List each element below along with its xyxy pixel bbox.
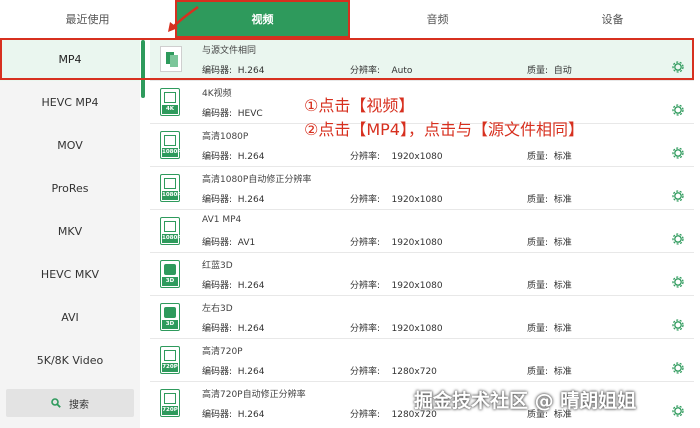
preset-name: 红蓝3D	[202, 261, 233, 271]
resolution-info: 分辨率: 1920x1080	[350, 238, 443, 248]
sidebar-item-avi[interactable]: AVI	[0, 296, 140, 339]
video-preset-icon	[160, 46, 182, 72]
search-label: 搜索	[69, 399, 89, 411]
encoder-info: 编码器: H.264	[202, 152, 265, 162]
quality-info: 质量: 自动	[527, 66, 572, 76]
gear-icon[interactable]	[672, 104, 684, 116]
preset-name: 高清720P	[202, 347, 243, 357]
preset-row[interactable]: 1080P 高清1080P自动修正分辨率 编码器: H.264 分辨率: 192…	[150, 167, 694, 210]
annotation-step-2: ②点击【MP4】，点击与【源文件相同】	[304, 120, 584, 139]
search-icon	[51, 398, 61, 408]
video-preset-icon: 1080P	[160, 174, 181, 202]
sidebar-item-hevc-mp4[interactable]: HEVC MP4	[0, 81, 140, 124]
format-tabs: 最近使用 视频 音频 设备	[0, 0, 700, 38]
video-preset-icon: 720P	[160, 389, 180, 417]
gear-icon[interactable]	[672, 233, 684, 245]
resolution-info: 分辨率: 1280x720	[350, 367, 437, 377]
gear-icon[interactable]	[672, 190, 684, 202]
tab-recent[interactable]: 最近使用	[0, 0, 175, 38]
arrow-icon	[168, 5, 199, 32]
preset-row[interactable]: 720P 高清720P 编码器: H.264 分辨率: 1280x720 质量:…	[150, 339, 694, 382]
sidebar-item-hevc-mkv[interactable]: HEVC MKV	[0, 253, 140, 296]
video-preset-icon: 1080P	[160, 217, 181, 245]
annotation-step-1: ①点击【视频】	[304, 96, 415, 115]
watermark: 掘金技术社区 @ 晴朗姐姐	[414, 390, 637, 412]
encoder-info: 编码器: H.264	[202, 367, 265, 377]
sidebar-item-5k-8k-video[interactable]: 5K/8K Video	[0, 339, 140, 382]
sidebar-item-prores[interactable]: ProRes	[0, 167, 140, 210]
resolution-info: 分辨率: 1920x1080	[350, 152, 443, 162]
encoder-info: 编码器: H.264	[202, 195, 265, 205]
encoder-info: 编码器: H.264	[202, 410, 265, 420]
video-preset-icon: 1080P	[160, 131, 181, 159]
quality-info: 质量: 标准	[527, 195, 572, 205]
resolution-info: 分辨率: 1920x1080	[350, 281, 443, 291]
preset-row[interactable]: 3D 左右3D 编码器: H.264 分辨率: 1920x1080 质量: 标准	[150, 296, 694, 339]
format-sidebar: MP4 HEVC MP4 MOV ProRes MKV HEVC MKV AVI…	[0, 38, 140, 428]
resolution-info: 分辨率: 1920x1080	[350, 324, 443, 334]
preset-row[interactable]: 3D 红蓝3D 编码器: H.264 分辨率: 1920x1080 质量: 标准	[150, 253, 694, 296]
preset-row[interactable]: 1080P AV1 MP4 编码器: AV1 分辨率: 1920x1080 质量…	[150, 210, 694, 253]
search-button[interactable]: 搜索	[6, 389, 134, 417]
video-preset-icon: 3D	[160, 303, 180, 331]
video-preset-icon: 720P	[160, 346, 180, 374]
resolution-info: 分辨率: Auto	[350, 66, 413, 76]
gear-icon[interactable]	[672, 276, 684, 288]
video-preset-icon: 3D	[160, 260, 180, 288]
gear-icon[interactable]	[672, 405, 684, 417]
quality-info: 质量: 标准	[527, 152, 572, 162]
preset-list: 与源文件相同 编码器: H.264 分辨率: Auto 质量: 自动 4K 4K…	[150, 38, 694, 428]
encoder-info: 编码器: H.264	[202, 281, 265, 291]
preset-name: 高清1080P	[202, 132, 249, 142]
quality-info: 质量: 标准	[527, 367, 572, 377]
quality-info: 质量: 标准	[527, 281, 572, 291]
sidebar-scrollbar[interactable]	[141, 40, 145, 98]
gear-icon[interactable]	[672, 362, 684, 374]
sidebar-item-mkv[interactable]: MKV	[0, 210, 140, 253]
tab-device[interactable]: 设备	[525, 0, 700, 38]
preset-name: 左右3D	[202, 304, 233, 314]
sidebar-item-mp4[interactable]: MP4	[0, 38, 140, 81]
preset-name: 4K视频	[202, 89, 232, 99]
preset-name: AV1 MP4	[202, 215, 242, 225]
quality-info: 质量: 标准	[527, 324, 572, 334]
preset-row[interactable]: 与源文件相同 编码器: H.264 分辨率: Auto 质量: 自动	[150, 38, 694, 81]
quality-info: 质量: 标准	[527, 238, 572, 248]
encoder-info: 编码器: AV1	[202, 238, 256, 248]
gear-icon[interactable]	[672, 147, 684, 159]
resolution-info: 分辨率: 1920x1080	[350, 195, 443, 205]
gear-icon[interactable]	[672, 319, 684, 331]
preset-name: 高清720P自动修正分辨率	[202, 390, 306, 400]
sidebar-item-mov[interactable]: MOV	[0, 124, 140, 167]
encoder-info: 编码器: H.264	[202, 66, 265, 76]
preset-name: 与源文件相同	[202, 46, 257, 56]
video-preset-icon: 4K	[160, 88, 180, 116]
encoder-info: 编码器: H.264	[202, 324, 265, 334]
preset-name: 高清1080P自动修正分辨率	[202, 175, 312, 185]
encoder-info: 编码器: HEVC	[202, 109, 263, 119]
tab-audio[interactable]: 音频	[350, 0, 525, 38]
gear-icon[interactable]	[672, 61, 684, 73]
